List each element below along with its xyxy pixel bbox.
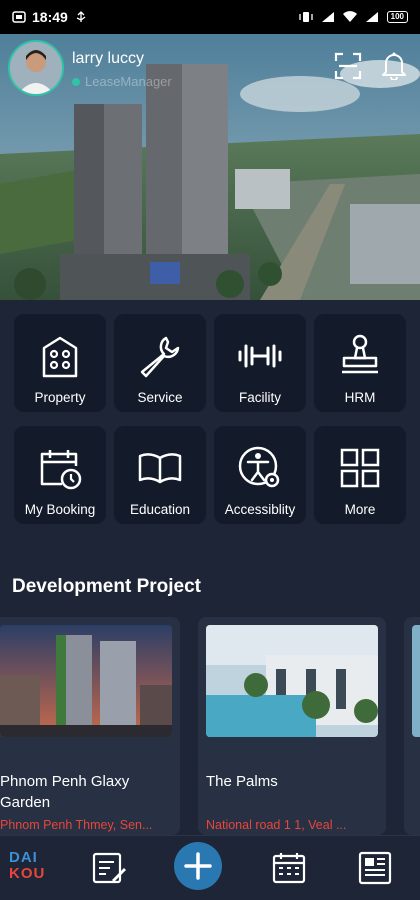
hero-banner: larry luccy LeaseManager — [0, 34, 420, 300]
usb-icon — [76, 11, 86, 22]
menu-item-label: HRM — [344, 390, 376, 405]
menu-item-label: Service — [137, 390, 183, 405]
grid-icon — [340, 448, 380, 488]
project-name: Phnom Penh Glaxy Garden — [0, 773, 130, 811]
menu-item-label: Facility — [238, 390, 281, 405]
menu-item-my-booking[interactable]: My Booking — [14, 426, 106, 524]
notification-bell-icon[interactable] — [380, 50, 408, 80]
menu-item-service[interactable]: Service — [114, 314, 206, 412]
book-icon — [138, 453, 182, 484]
menu-item-facility[interactable]: Facility — [214, 314, 306, 412]
vibrate-icon — [298, 12, 313, 22]
menu-grid: Property Service Facility HRM My Booking — [14, 314, 408, 524]
project-card-partial[interactable] — [404, 617, 420, 835]
project-image — [412, 625, 420, 737]
stamp-icon — [342, 334, 378, 374]
bottom-navigation: DAI KOU — [0, 835, 420, 900]
project-location: Phnom Penh Thmey, Sen... — [0, 818, 153, 832]
wifi-icon — [342, 11, 357, 22]
menu-item-more[interactable]: More — [314, 426, 406, 524]
menu-item-label: Accessiblity — [224, 502, 296, 517]
dumbbell-icon — [238, 344, 282, 368]
avatar[interactable] — [8, 40, 64, 96]
building-icon — [42, 336, 78, 378]
menu-item-label: Property — [34, 390, 86, 405]
alarm-icon — [12, 11, 26, 23]
user-role: LeaseManager — [72, 74, 172, 89]
scan-qr-icon[interactable] — [334, 52, 362, 80]
avatar-photo — [10, 42, 62, 94]
project-carousel[interactable]: Phnom Penh Glaxy Garden Phnom Penh Thmey… — [0, 617, 420, 835]
online-status-dot — [72, 77, 80, 86]
user-role-label: LeaseManager — [85, 74, 172, 89]
calendar-icon[interactable] — [270, 850, 308, 886]
news-icon[interactable] — [356, 850, 394, 886]
add-button[interactable] — [174, 842, 222, 890]
menu-item-hrm[interactable]: HRM — [314, 314, 406, 412]
wrench-icon — [140, 336, 180, 378]
signal-bars-icon — [365, 12, 378, 22]
menu-item-property[interactable]: Property — [14, 314, 106, 412]
menu-item-education[interactable]: Education — [114, 426, 206, 524]
project-card[interactable]: The Palms National road 1 1, Veal ... — [198, 617, 386, 835]
plus-icon — [184, 852, 212, 880]
app-logo[interactable]: DAI KOU — [9, 850, 45, 882]
calendar-clock-icon — [40, 450, 82, 490]
project-image — [206, 625, 378, 737]
menu-item-label: Education — [129, 502, 191, 517]
project-image — [0, 625, 172, 737]
project-name: The Palms — [206, 773, 278, 790]
section-title: Development Project — [12, 576, 201, 597]
battery-indicator: 100 — [386, 11, 408, 23]
menu-item-label: My Booking — [24, 502, 96, 517]
user-name: larry luccy — [72, 50, 145, 67]
status-bar: 18:49 100 — [0, 0, 420, 34]
edit-document-icon[interactable] — [90, 850, 128, 886]
status-time: 18:49 — [32, 9, 68, 25]
signal-icon — [321, 12, 334, 22]
menu-item-label: More — [344, 502, 376, 517]
logo-line-1: DAI — [9, 849, 38, 866]
logo-line-2: KOU — [9, 865, 46, 882]
menu-item-accessibility[interactable]: Accessiblity — [214, 426, 306, 524]
accessibility-icon — [238, 446, 280, 488]
project-card[interactable]: Phnom Penh Glaxy Garden Phnom Penh Thmey… — [0, 617, 180, 835]
project-location: National road 1 1, Veal ... — [206, 818, 347, 832]
